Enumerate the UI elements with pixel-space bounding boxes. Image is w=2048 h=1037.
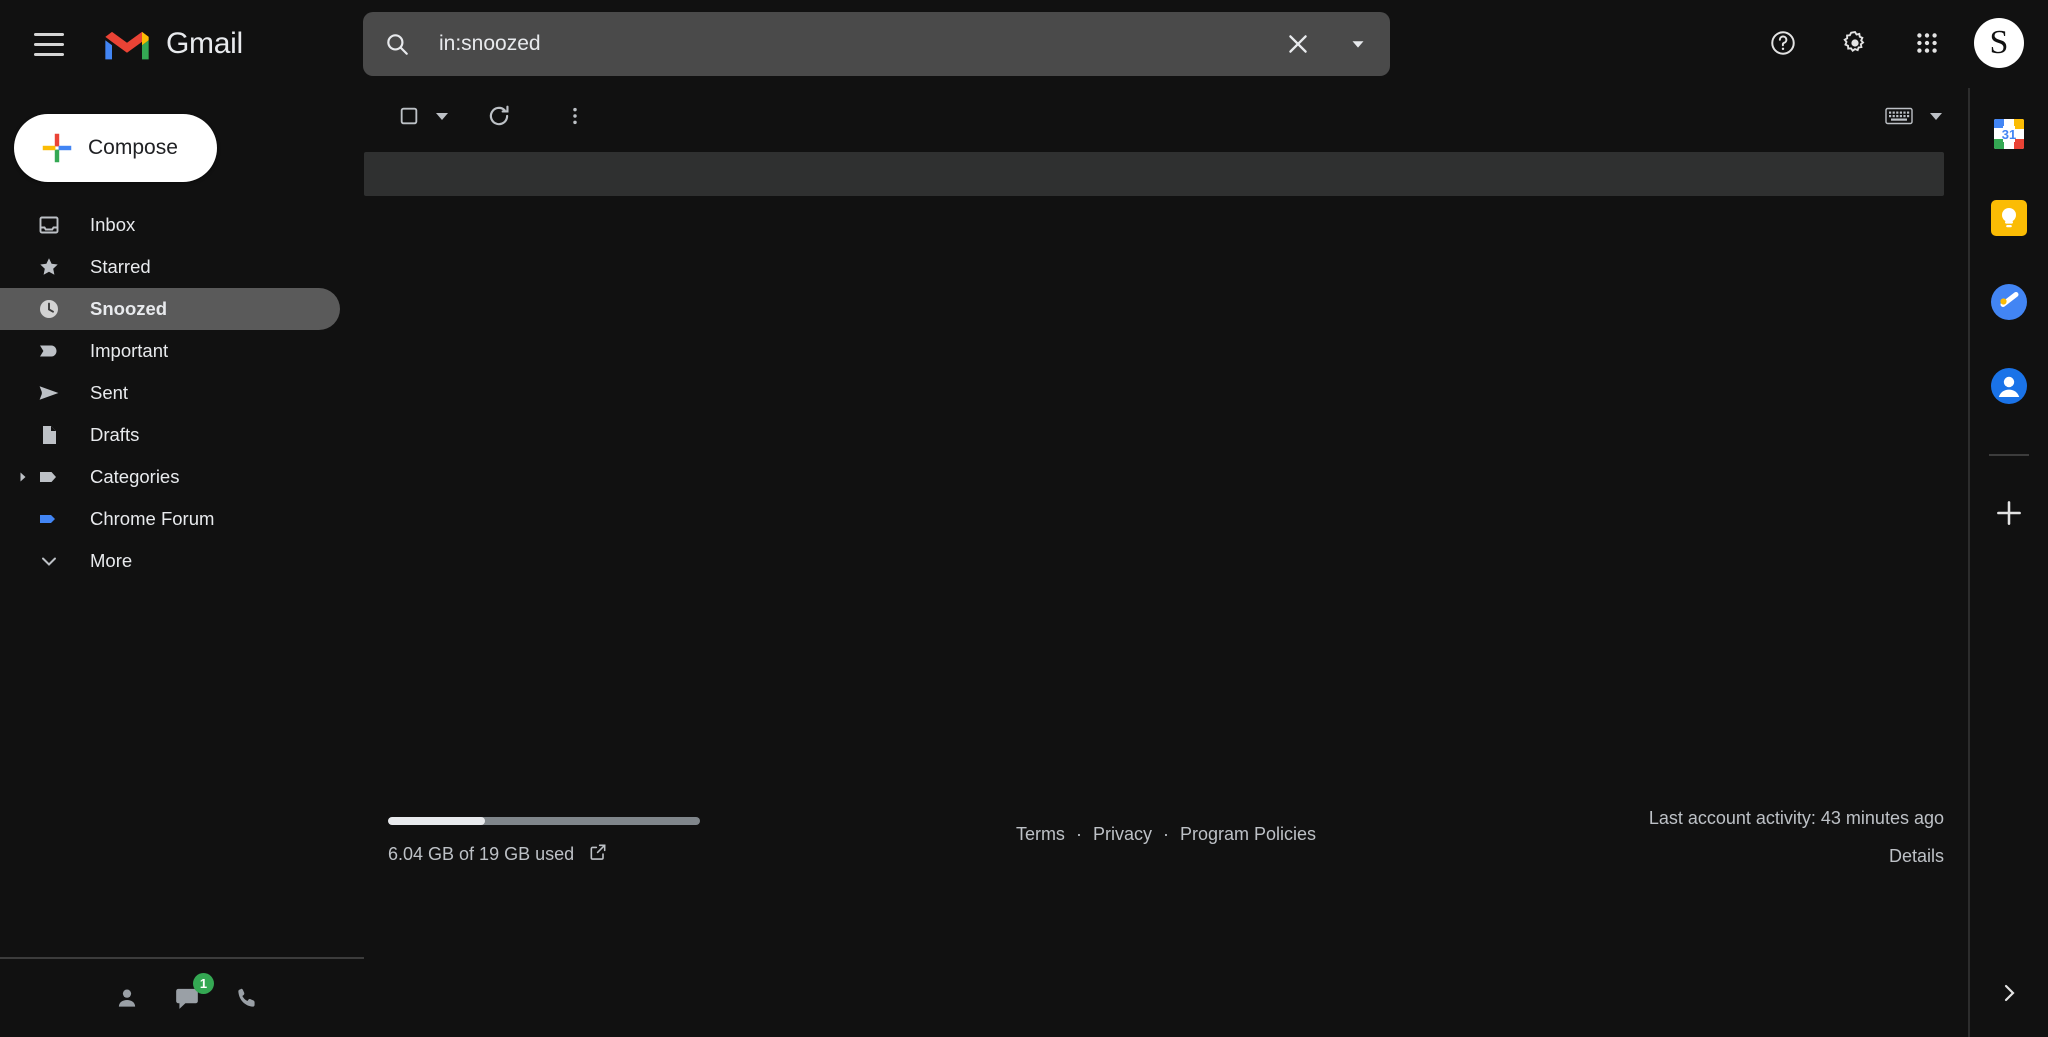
sidebar-item-chrome-forum[interactable]: Chrome Forum xyxy=(0,498,340,540)
gear-icon[interactable] xyxy=(1824,12,1886,74)
sidebar-item-label: Important xyxy=(90,340,169,361)
sidebar-item-label: Categories xyxy=(90,466,180,487)
message-list-empty-strip xyxy=(364,152,1944,196)
sidebar-item-starred[interactable]: Starred xyxy=(0,246,340,288)
checkbox-icon[interactable] xyxy=(384,91,434,141)
sidebar-item-label: Sent xyxy=(90,382,129,403)
clock-icon xyxy=(34,294,64,324)
draft-icon xyxy=(34,420,64,450)
chevron-down-icon[interactable] xyxy=(1930,112,1942,120)
sidebar-item-inbox[interactable]: Inbox xyxy=(0,204,340,246)
sidebar-item-label: Drafts xyxy=(90,424,140,445)
sidebar-item-more[interactable]: More xyxy=(0,540,340,582)
apps-grid-icon[interactable] xyxy=(1896,12,1958,74)
calendar-icon[interactable]: 31 xyxy=(1989,114,2029,154)
important-icon xyxy=(34,336,64,366)
toolbar-right-actions xyxy=(1874,91,1942,141)
sidebar-item-snoozed[interactable]: Snoozed xyxy=(0,288,340,330)
refresh-icon[interactable] xyxy=(474,91,524,141)
sidebar-item-label: Chrome Forum xyxy=(90,508,215,529)
details-link[interactable]: Details xyxy=(1649,846,1944,867)
calendar-day-number: 31 xyxy=(2002,127,2016,142)
link-separator: · xyxy=(1163,824,1169,844)
contacts-icon[interactable] xyxy=(1989,366,2029,406)
external-link-icon[interactable] xyxy=(588,842,608,867)
panel-divider xyxy=(1989,454,2029,456)
account-activity: Last account activity: 43 minutes ago De… xyxy=(1649,808,1944,867)
chevron-down-icon[interactable] xyxy=(436,112,448,120)
last-account-activity-text: Last account activity: 43 minutes ago xyxy=(1648,808,1944,828)
chevron-right-icon[interactable] xyxy=(1989,973,2029,1013)
star-icon xyxy=(34,252,64,282)
chevron-down-icon xyxy=(34,546,64,576)
search-icon[interactable] xyxy=(369,16,425,72)
top-bar: Gmail in:snoozed S xyxy=(0,0,2048,88)
add-app-plus-icon[interactable] xyxy=(1992,496,2026,530)
brand-name: Gmail xyxy=(166,27,243,60)
chat-icon[interactable]: 1 xyxy=(170,973,214,1015)
link-terms[interactable]: Terms xyxy=(1016,824,1065,844)
more-vertical-icon[interactable] xyxy=(550,91,600,141)
sidebar-item-drafts[interactable]: Drafts xyxy=(0,414,340,456)
search-bar[interactable] xyxy=(363,12,1390,76)
sidebar-footer-actions: 1 xyxy=(0,959,364,1037)
phone-icon[interactable] xyxy=(230,981,264,1015)
storage-text-row: 6.04 GB of 19 GB used xyxy=(388,842,708,867)
chat-badge: 1 xyxy=(193,973,214,994)
search-input[interactable] xyxy=(425,32,1270,56)
hamburger-menu-icon[interactable] xyxy=(18,13,80,75)
sidebar-item-label: Inbox xyxy=(90,214,136,235)
plus-icon xyxy=(38,129,76,167)
search-options-chevron-down-icon[interactable] xyxy=(1330,16,1386,72)
left-sidebar: Compose Inbox Starred Snoozed Important … xyxy=(0,88,364,1037)
gmail-brand[interactable]: Gmail xyxy=(102,25,243,63)
main-content: 6.04 GB of 19 GB used Terms · Privacy · … xyxy=(364,88,1968,1037)
link-privacy[interactable]: Privacy xyxy=(1093,824,1152,844)
expand-triangle-icon[interactable] xyxy=(16,470,30,484)
sidebar-nav-list: Inbox Starred Snoozed Important Sent Dra… xyxy=(0,204,364,582)
select-all-control[interactable] xyxy=(384,91,448,141)
send-icon xyxy=(34,378,64,408)
top-right-actions: S xyxy=(1752,12,2030,74)
sidebar-item-label: Snoozed xyxy=(90,298,168,319)
person-icon[interactable] xyxy=(110,981,144,1015)
sidebar-item-categories[interactable]: Categories xyxy=(0,456,340,498)
tasks-icon[interactable] xyxy=(1989,282,2029,322)
inbox-icon xyxy=(34,210,64,240)
message-list-toolbar xyxy=(364,88,1968,144)
side-apps-panel: 31 xyxy=(1968,88,2048,1037)
keyboard-icon[interactable] xyxy=(1874,91,1924,141)
link-program-policies[interactable]: Program Policies xyxy=(1180,824,1316,844)
label-blue-icon xyxy=(34,504,64,534)
close-icon[interactable] xyxy=(1270,16,1326,72)
keep-icon[interactable] xyxy=(1989,198,2029,238)
help-icon[interactable] xyxy=(1752,12,1814,74)
sidebar-item-important[interactable]: Important xyxy=(0,330,340,372)
link-separator: · xyxy=(1075,824,1082,844)
label-icon xyxy=(34,462,64,492)
avatar[interactable]: S xyxy=(1974,18,2024,68)
storage-used-text: 6.04 GB of 19 GB used xyxy=(388,844,575,864)
compose-button[interactable]: Compose xyxy=(14,114,217,182)
main-footer: 6.04 GB of 19 GB used Terms · Privacy · … xyxy=(364,717,1968,1037)
compose-label: Compose xyxy=(88,136,178,159)
sidebar-item-label: Starred xyxy=(90,256,151,277)
sidebar-item-sent[interactable]: Sent xyxy=(0,372,340,414)
sidebar-item-label: More xyxy=(90,550,133,571)
gmail-logo-icon xyxy=(102,25,152,63)
